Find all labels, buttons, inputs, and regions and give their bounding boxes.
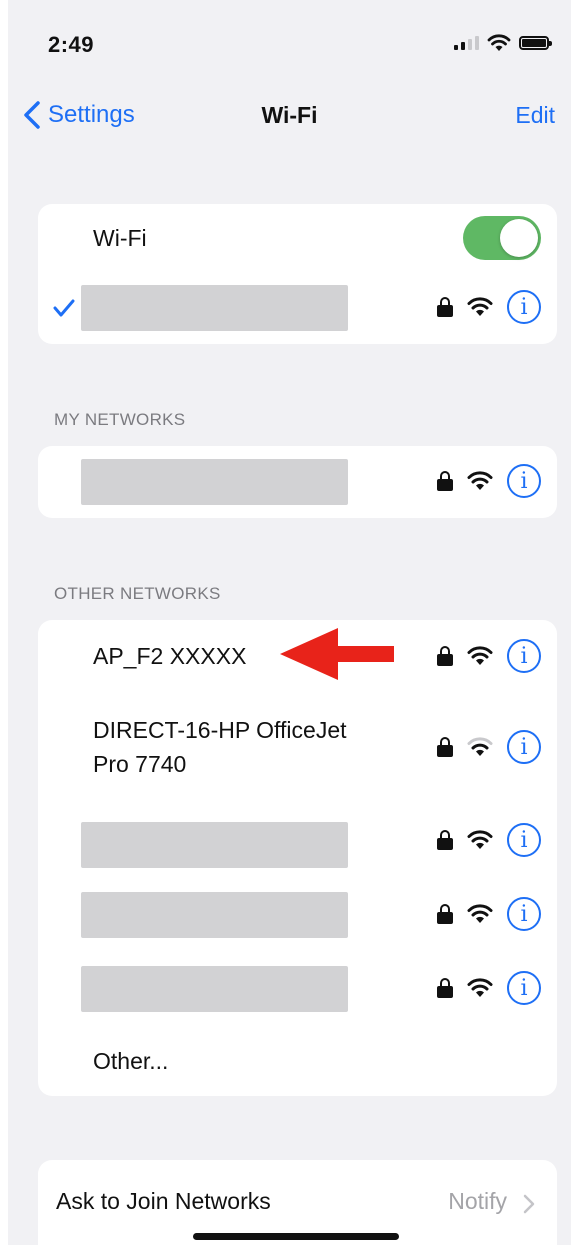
- network-row-direct-hp[interactable]: DIRECT-16-HP OfficeJet Pro 7740 i: [38, 692, 557, 802]
- network-status-icons: i: [437, 971, 541, 1005]
- network-name: AP_F2 XXXXX: [93, 643, 247, 669]
- wifi-signal-icon: [467, 297, 493, 316]
- my-networks-group: i: [38, 446, 557, 518]
- wifi-status-icon: [487, 34, 511, 51]
- network-status-icons: i: [437, 464, 541, 498]
- redacted-network-name: [81, 966, 348, 1012]
- network-status-icons: i: [437, 290, 541, 324]
- cellular-signal-icon: [454, 36, 479, 50]
- other-label: Other...: [93, 1048, 169, 1074]
- back-label: Settings: [48, 101, 135, 128]
- network-status-icons: i: [437, 730, 541, 764]
- wifi-label: Wi-Fi: [93, 225, 147, 251]
- redacted-network-name: [81, 285, 348, 331]
- my-networks-header: MY NETWORKS: [54, 410, 186, 429]
- home-indicator: [193, 1233, 399, 1240]
- wifi-settings-screen: 2:49 Settings Wi-Fi Edit Wi-Fi i MY NETW…: [8, 0, 571, 1245]
- checkmark-icon: [53, 299, 75, 317]
- info-button[interactable]: i: [507, 971, 541, 1005]
- wifi-signal-icon: [467, 904, 493, 923]
- other-networks-group: AP_F2 XXXXX i DIRECT-16-HP OfficeJet Pro…: [38, 620, 557, 1096]
- wifi-signal-icon: [467, 646, 493, 665]
- network-name-line2: Pro 7740: [93, 751, 187, 777]
- lock-icon: [437, 978, 453, 998]
- network-name-line1: DIRECT-16-HP OfficeJet: [93, 717, 347, 743]
- network-row-redacted[interactable]: i: [38, 878, 557, 952]
- lock-icon: [437, 737, 453, 757]
- redacted-network-name: [81, 822, 348, 868]
- annotation-arrow-icon: [280, 628, 394, 680]
- lock-icon: [437, 646, 453, 666]
- wifi-toggle-group: Wi-Fi i: [38, 204, 557, 344]
- navigation-bar: Settings Wi-Fi Edit: [8, 90, 571, 142]
- lock-icon: [437, 297, 453, 317]
- network-row-redacted[interactable]: i: [38, 952, 557, 1026]
- network-status-icons: i: [437, 639, 541, 673]
- lock-icon: [437, 904, 453, 924]
- other-network-row[interactable]: Other...: [38, 1026, 557, 1096]
- back-button[interactable]: Settings: [18, 98, 135, 132]
- info-button[interactable]: i: [507, 897, 541, 931]
- info-button[interactable]: i: [507, 290, 541, 324]
- status-time: 2:49: [48, 32, 95, 57]
- lock-icon: [437, 471, 453, 491]
- battery-icon: [519, 36, 552, 50]
- wifi-weak-signal-icon: [467, 737, 493, 756]
- wifi-toggle-row[interactable]: Wi-Fi: [38, 204, 557, 272]
- connected-network-row[interactable]: i: [38, 272, 557, 344]
- status-bar: 2:49: [8, 0, 571, 90]
- network-status-icons: i: [437, 823, 541, 857]
- info-button[interactable]: i: [507, 730, 541, 764]
- other-networks-header: OTHER NETWORKS: [54, 584, 221, 603]
- info-button[interactable]: i: [507, 464, 541, 498]
- edit-button[interactable]: Edit: [515, 102, 555, 129]
- redacted-network-name: [81, 459, 348, 505]
- wifi-signal-icon: [467, 830, 493, 849]
- network-row-redacted[interactable]: i: [38, 802, 557, 878]
- lock-icon: [437, 830, 453, 850]
- wifi-signal-icon: [467, 978, 493, 997]
- network-status-icons: i: [437, 897, 541, 931]
- ask-to-join-value: Notify: [448, 1188, 507, 1214]
- wifi-toggle[interactable]: [463, 216, 541, 260]
- chevron-right-icon: [523, 1194, 535, 1214]
- chevron-left-icon: [24, 101, 40, 129]
- info-button[interactable]: i: [507, 639, 541, 673]
- status-icons: [454, 34, 552, 52]
- info-button[interactable]: i: [507, 823, 541, 857]
- my-network-row[interactable]: i: [38, 446, 557, 518]
- ask-to-join-label: Ask to Join Networks: [56, 1188, 271, 1214]
- wifi-signal-icon: [467, 471, 493, 490]
- redacted-network-name: [81, 892, 348, 938]
